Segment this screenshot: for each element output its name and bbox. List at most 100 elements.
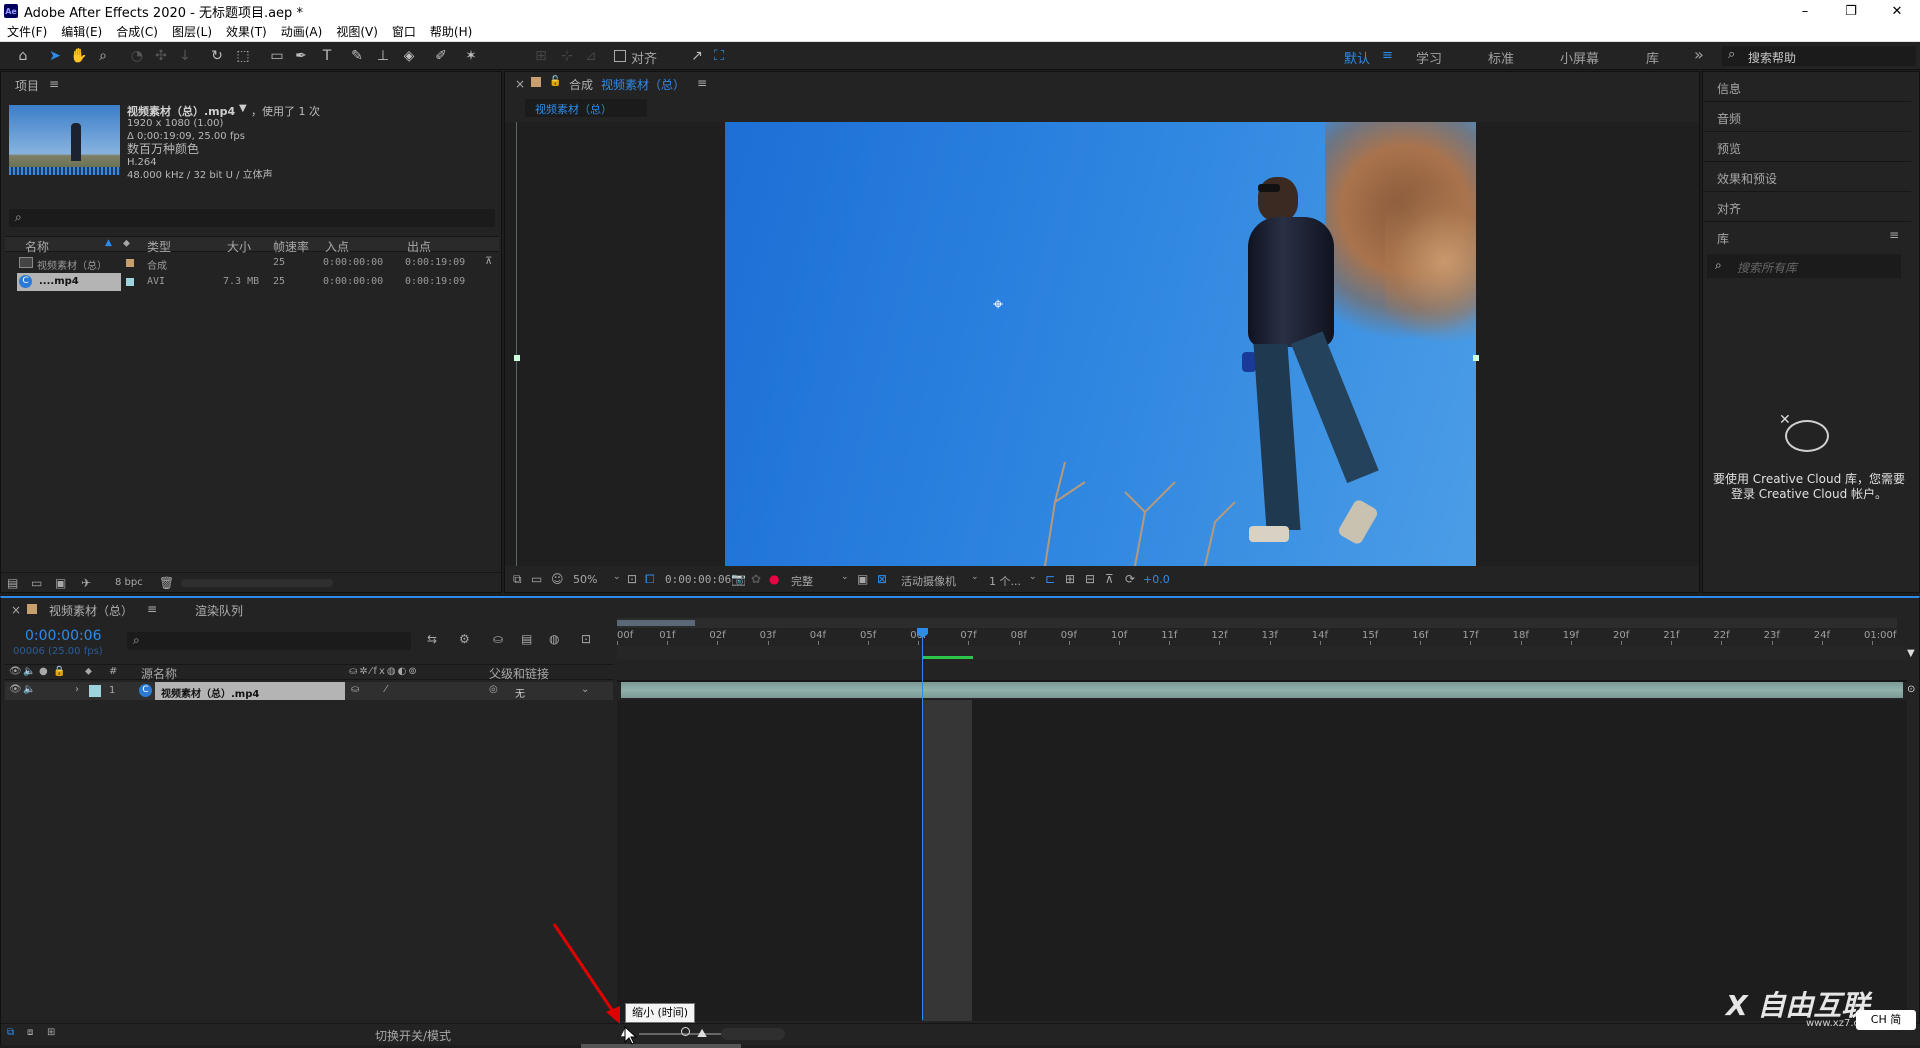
panel-menu-icon[interactable]: ≡	[697, 76, 707, 90]
col-parent-link[interactable]: 父级和链接	[489, 665, 549, 682]
col-in[interactable]: 入点	[325, 238, 349, 255]
timeline-search-input[interactable]: ⌕	[127, 632, 411, 650]
chevron-down-icon[interactable]: ⌄	[613, 572, 621, 582]
transfer-controls-icon[interactable]: ⧈	[27, 1027, 33, 1038]
quality-switch-icon[interactable]: ⁄	[385, 684, 387, 695]
frame-blending-icon[interactable]: ▤	[521, 632, 532, 646]
axis-world-icon[interactable]: ⊹	[556, 46, 578, 66]
lock-icon[interactable]: 🔓	[549, 76, 561, 87]
edge-handle[interactable]	[1473, 355, 1479, 361]
orbit-camera-icon[interactable]: ◔	[126, 46, 148, 66]
exposure-value[interactable]: +0.0	[1143, 573, 1170, 586]
col-size[interactable]: 大小	[227, 238, 251, 255]
label-tag-icon[interactable]: ⬥	[85, 666, 92, 677]
close-button[interactable]: ✕	[1874, 0, 1920, 22]
menu-animation[interactable]: 动画(A)	[274, 23, 330, 40]
project-row[interactable]: C ....mp4 AVI 7.3 MB 25 0:00:00:00 0:00:…	[5, 273, 499, 291]
menu-composition[interactable]: 合成(C)	[109, 23, 165, 40]
render-queue-tab[interactable]: 渲染队列	[195, 602, 243, 619]
fit-icon[interactable]: ⊡	[627, 572, 637, 586]
adjust-icon[interactable]: ✈	[81, 576, 91, 590]
viewer-area[interactable]: ⌖	[505, 122, 1699, 566]
track-z-icon[interactable]: ↓	[174, 46, 196, 66]
layer-end-marker-icon[interactable]: ⊙	[1907, 684, 1917, 696]
fast-preview-icon[interactable]: ⊞	[1065, 572, 1075, 586]
axis-view-icon[interactable]: ⊿	[580, 46, 602, 66]
roto-brush-icon[interactable]: ✐	[430, 46, 452, 66]
axis-local-icon[interactable]: ⊞	[530, 46, 552, 66]
graph-editor-icon[interactable]: ⊡	[581, 632, 591, 646]
hand-tool-icon[interactable]: ✋	[68, 46, 90, 66]
restore-button[interactable]: ❐	[1828, 0, 1874, 22]
zoom-tool-icon[interactable]: ⌕	[92, 46, 114, 66]
layer-name[interactable]: 视频素材（总）.mp4	[161, 685, 259, 700]
align-panel-tab[interactable]: 对齐	[1703, 192, 1911, 222]
more-workspaces-icon[interactable]: »	[1694, 45, 1704, 64]
workspace-standard[interactable]: 标准	[1488, 48, 1514, 67]
new-composition-icon[interactable]: ▣	[55, 576, 66, 590]
menu-view[interactable]: 视图(V)	[329, 23, 385, 40]
interpret-footage-icon[interactable]: ▤	[7, 576, 18, 590]
edge-handle[interactable]	[514, 355, 520, 361]
anchor-point-icon[interactable]: ⌖	[993, 294, 1003, 315]
sort-ascending-icon[interactable]: ▲	[105, 238, 112, 248]
timeline-scrollbar[interactable]	[721, 1028, 785, 1040]
work-area-bar[interactable]	[617, 618, 1897, 628]
col-source-name[interactable]: 源名称	[141, 665, 177, 682]
minimize-button[interactable]: –	[1782, 0, 1828, 22]
zoom-slider-thumb[interactable]	[681, 1027, 690, 1036]
help-search-box[interactable]: ⌕ 搜索帮助	[1722, 46, 1916, 66]
layer-duration-bar[interactable]	[621, 682, 1903, 698]
monitor-icon[interactable]: ▭	[531, 572, 542, 586]
workspace-small-screen[interactable]: 小屏幕	[1560, 48, 1599, 67]
playhead-line[interactable]	[922, 634, 923, 1020]
col-fps[interactable]: 帧速率	[273, 238, 309, 255]
workspace-learn[interactable]: 学习	[1416, 48, 1442, 67]
lock-icon[interactable]: 🔒	[53, 666, 65, 677]
ime-indicator[interactable]: CH 简	[1856, 1010, 1916, 1030]
ruler-end-marker-icon[interactable]: ▼	[1907, 648, 1917, 660]
project-row[interactable]: 视频素材（总） 合成 25 0:00:00:00 0:00:19:09 ⊼	[5, 254, 499, 272]
text-tool-icon[interactable]: T	[316, 46, 338, 66]
always-preview-icon[interactable]: ⧉	[513, 572, 522, 587]
switches-icons[interactable]: ⛀✲⁄fx◍◐⊚	[349, 666, 419, 677]
rectangle-tool-icon[interactable]: ▭	[266, 46, 288, 66]
selection-tool-icon[interactable]: ➤	[44, 46, 66, 66]
workspace-menu-icon[interactable]: ≡	[1382, 48, 1393, 63]
footage-dropdown-icon[interactable]: ▼	[239, 103, 247, 114]
flowchart-icon[interactable]: ⊼	[485, 256, 492, 267]
solo-icon[interactable]: ●	[39, 666, 48, 677]
parent-dropdown[interactable]: 无	[515, 685, 525, 700]
mask-icon[interactable]: ☺	[551, 572, 564, 586]
composition-mini-flowchart-icon[interactable]: ⇆	[427, 632, 437, 646]
in-out-icon[interactable]: ⊞	[47, 1027, 55, 1038]
eraser-tool-icon[interactable]: ◈	[398, 46, 420, 66]
snap-checkbox[interactable]	[614, 50, 626, 62]
home-icon[interactable]: ⌂	[12, 46, 34, 66]
safe-area-icon[interactable]: ⧠	[645, 572, 655, 587]
comp-subtab[interactable]: 视频素材（总）	[525, 99, 647, 117]
bit-depth-toggle[interactable]: 8 bpc	[115, 577, 143, 588]
timeline-icon[interactable]: ⊟	[1085, 572, 1095, 586]
panel-menu-icon[interactable]: ≡	[1889, 228, 1899, 242]
layer-switches-icon[interactable]: ⧉	[7, 1027, 14, 1038]
menu-effect[interactable]: 效果(T)	[219, 23, 274, 40]
menu-file[interactable]: 文件(F)	[0, 23, 54, 40]
resolution-dropdown[interactable]: 完整	[791, 573, 813, 589]
menu-help[interactable]: 帮助(H)	[423, 23, 479, 40]
panel-menu-icon[interactable]: ≡	[49, 77, 59, 91]
time-ruler[interactable]: 00f 01f 02f 03f 04f 05f 06f 07f 08f 09f 10f 11f 12f 1…	[617, 630, 1907, 645]
libraries-panel-tab[interactable]: 库	[1703, 222, 1911, 252]
zoom-in-time-icon[interactable]: ⛰	[697, 1026, 707, 1041]
brush-tool-icon[interactable]: ✎	[346, 46, 368, 66]
help-search-input[interactable]: 搜索帮助	[1748, 49, 1796, 66]
menu-window[interactable]: 窗口	[385, 23, 423, 40]
col-type[interactable]: 类型	[147, 238, 171, 255]
menu-layer[interactable]: 图层(L)	[165, 23, 219, 40]
transparency-grid-icon[interactable]: ⊠	[877, 572, 887, 586]
expand-arrow-icon[interactable]: ›	[75, 684, 79, 695]
layer-row[interactable]: 👁 🔈 › 1 C 视频素材（总）.mp4 ⛀ ⁄ ◎ 无 ⌄	[5, 682, 613, 700]
workspace-libraries[interactable]: 库	[1646, 48, 1659, 67]
chevron-down-icon[interactable]: ⌄	[581, 684, 589, 695]
work-area-range[interactable]	[617, 620, 695, 626]
